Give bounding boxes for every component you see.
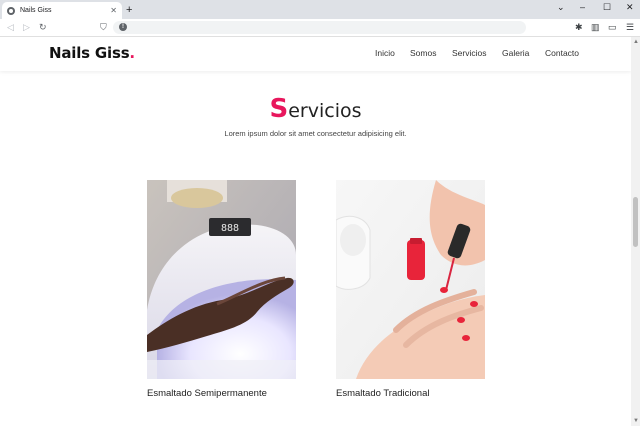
- service-card-tradicional[interactable]: Esmaltado Tradicional: [336, 180, 485, 399]
- minimize-button[interactable]: –: [580, 1, 585, 13]
- menu-icon[interactable]: ☰: [626, 21, 634, 34]
- nav-link-galeria[interactable]: Galeria: [502, 48, 529, 58]
- card-label: Esmaltado Tradicional: [336, 388, 430, 399]
- service-card-semipermanente[interactable]: 888 Esmaltado Semipermanente: [147, 180, 296, 399]
- browser-tab-bar: Nails Giss ✕ + ⌄ – ☐ ✕: [0, 0, 640, 19]
- site-favicon-icon: [7, 6, 15, 15]
- nav-link-contacto[interactable]: Contacto: [545, 48, 579, 58]
- uv-nail-lamp-image: 888: [147, 180, 296, 379]
- scroll-down-icon[interactable]: ▼: [633, 418, 639, 424]
- new-tab-button[interactable]: +: [126, 3, 132, 17]
- nav-link-inicio[interactable]: Inicio: [375, 48, 395, 58]
- wallet-icon[interactable]: ▭: [608, 21, 617, 34]
- scrollbar-thumb[interactable]: [633, 197, 638, 247]
- bookmark-icon[interactable]: ⛉: [100, 21, 107, 34]
- back-arrow-icon[interactable]: ◁: [7, 21, 14, 34]
- tab-title: Nails Giss: [20, 7, 52, 14]
- nav-link-servicios[interactable]: Servicios: [452, 48, 486, 58]
- logo-text: Nails Giss: [49, 44, 130, 62]
- site-info-icon[interactable]: !: [119, 23, 127, 31]
- close-window-button[interactable]: ✕: [626, 1, 634, 13]
- extensions-icon[interactable]: ✱: [575, 21, 583, 34]
- reload-icon[interactable]: ↻: [39, 21, 47, 34]
- browser-tab[interactable]: Nails Giss ✕: [2, 2, 122, 19]
- lamp-display-text: 888: [221, 223, 239, 234]
- tab-search-chevron-icon[interactable]: ⌄: [557, 1, 565, 13]
- logo-dot: .: [129, 44, 135, 62]
- site-logo[interactable]: Nails Giss.: [49, 44, 135, 62]
- page-scrollbar[interactable]: ▲ ▼: [631, 37, 640, 426]
- maximize-button[interactable]: ☐: [603, 1, 611, 13]
- nail-polish-application-image: [336, 180, 485, 379]
- page-viewport: Nails Giss. Inicio Somos Servicios Galer…: [0, 37, 640, 426]
- section-title-initial: S: [269, 94, 289, 124]
- forward-arrow-icon[interactable]: ▷: [23, 21, 30, 34]
- site-header: Nails Giss. Inicio Somos Servicios Galer…: [0, 37, 631, 71]
- scroll-up-icon[interactable]: ▲: [633, 39, 639, 45]
- card-label: Esmaltado Semipermanente: [147, 388, 267, 399]
- section-subtitle: Lorem ipsum dolor sit amet consectetur a…: [224, 129, 407, 138]
- browser-toolbar: ◁ ▷ ↻ ⛉ ! ✱ ▥ ▭ ☰: [0, 19, 640, 37]
- tab-close-icon[interactable]: ✕: [110, 6, 117, 15]
- nav-link-somos[interactable]: Somos: [410, 48, 436, 58]
- section-title: Servicios: [0, 94, 631, 124]
- sidebar-icon[interactable]: ▥: [591, 21, 600, 34]
- section-title-rest: ervicios: [288, 100, 362, 122]
- address-bar[interactable]: !: [113, 21, 526, 34]
